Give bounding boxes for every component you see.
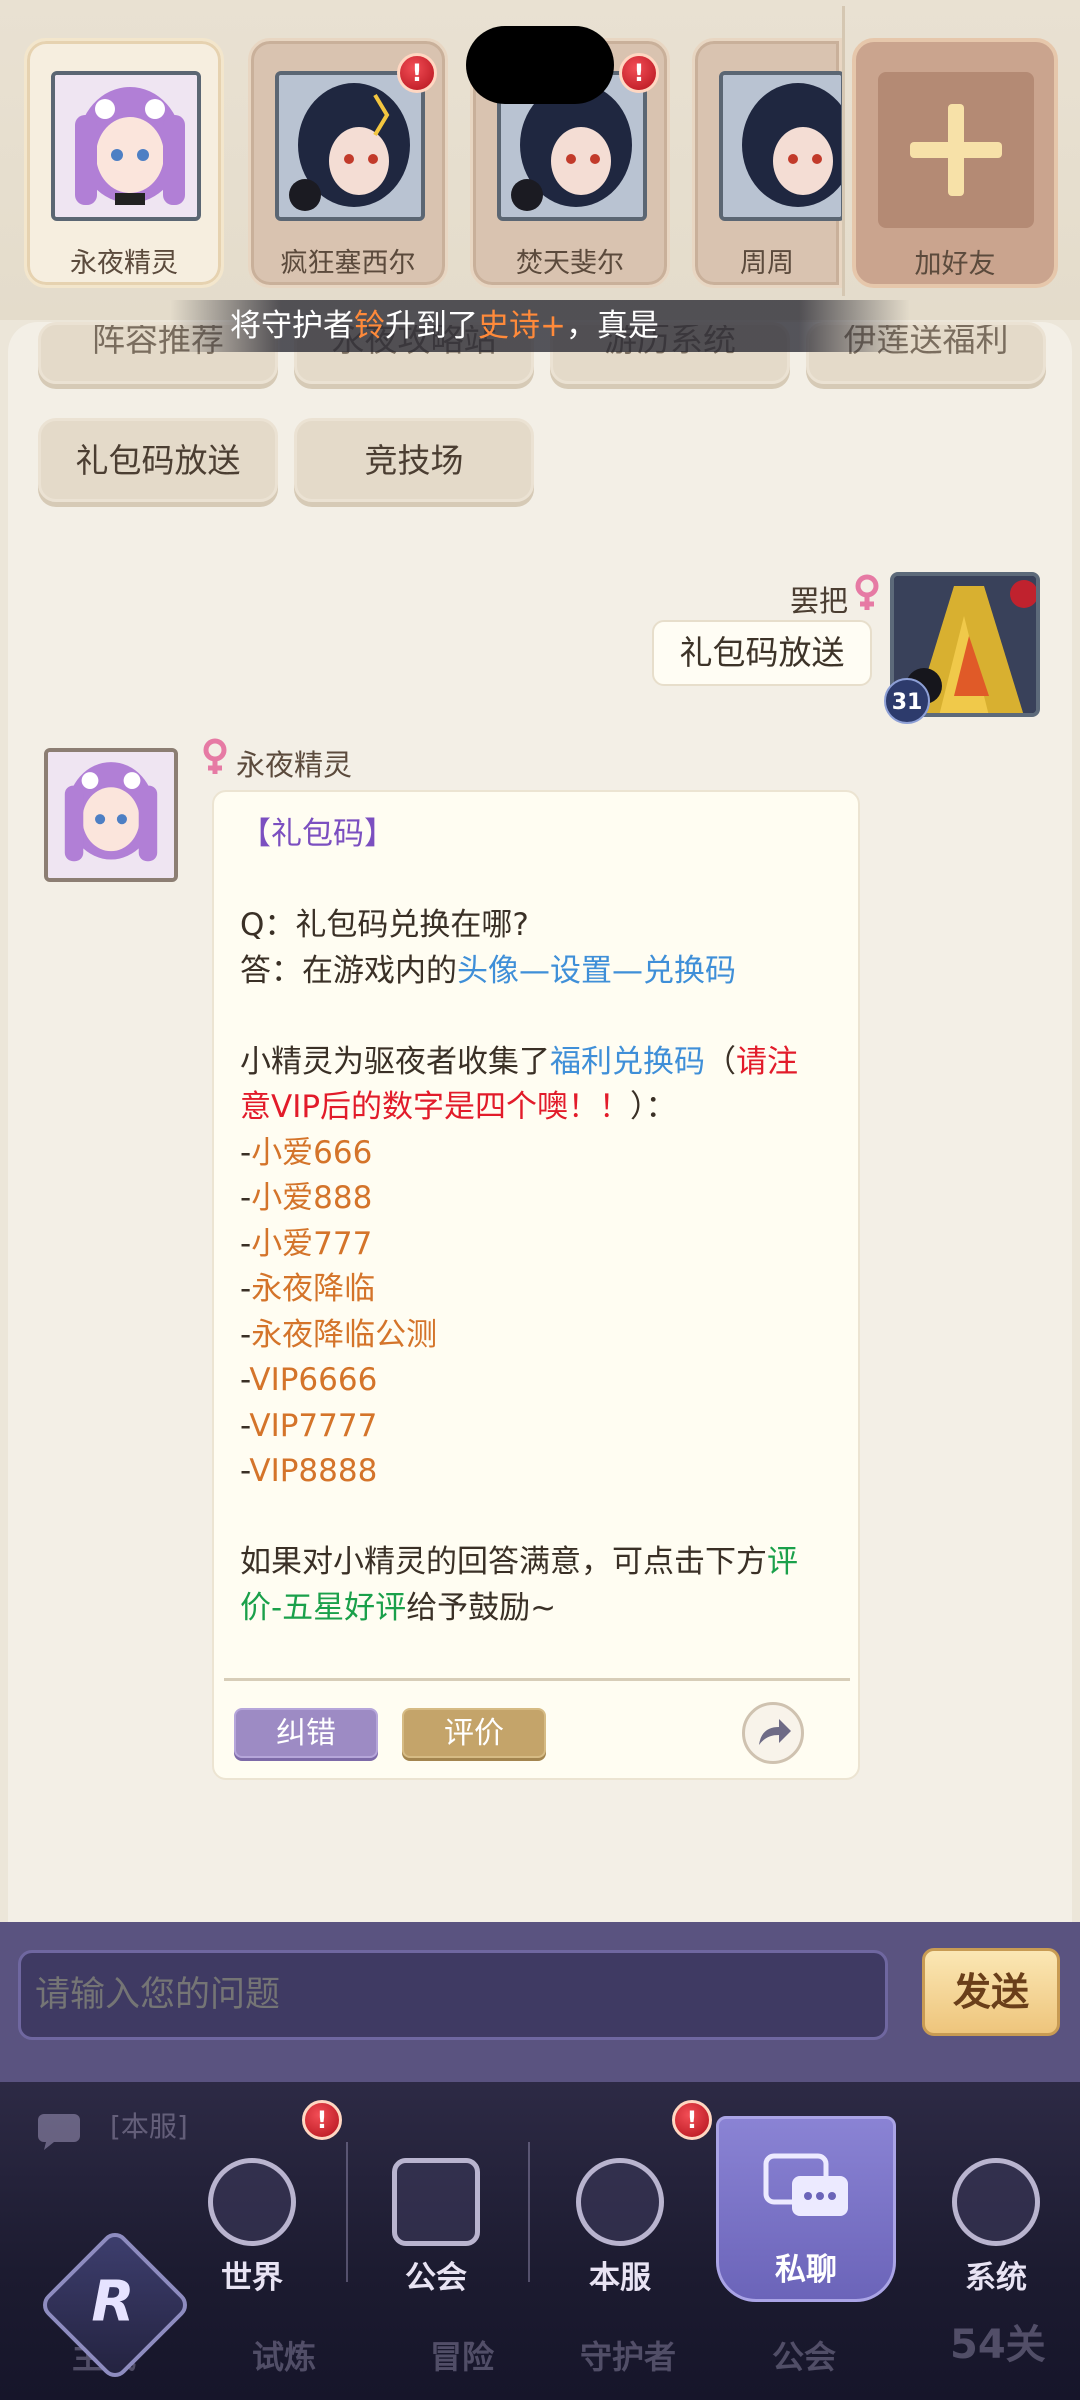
gift-code-item: -VIP7777 xyxy=(240,1407,378,1444)
bot-avatar[interactable] xyxy=(44,748,178,882)
friend-card-yongye-jingling[interactable]: 永夜精灵 xyxy=(24,38,224,288)
tab-world[interactable]: 世界 xyxy=(162,2122,342,2322)
tab-private-chat[interactable]: 私聊 xyxy=(716,2116,896,2322)
friend-name: 永夜精灵 xyxy=(70,248,178,279)
bottom-nav: [本服] 世界 ! 公会 本服 ! 私聊 系统 主城 试炼 冒险 守护者 xyxy=(0,2082,1080,2400)
rate-button[interactable]: 评价 xyxy=(402,1708,546,1758)
bell-icon xyxy=(952,2158,1040,2246)
chat-bubble-icon xyxy=(38,2114,80,2150)
message-icon xyxy=(763,2153,848,2216)
send-button[interactable]: 发送 xyxy=(922,1948,1060,2036)
tab-label: 公会 xyxy=(405,2260,467,2296)
friend-card-zhouzhou[interactable]: 周周 xyxy=(692,38,845,288)
correct-button[interactable]: 纠错 xyxy=(234,1708,378,1758)
add-friend-button[interactable]: 加好友 xyxy=(852,38,1058,288)
outro-line: 如果对小精灵的回答满意，可点击下方评 xyxy=(240,1544,798,1580)
bot-message-bubble: 【礼包码】 Q：礼包码兑换在哪? 答：在游戏内的头像—设置—兑换码 小精灵为驱夜… xyxy=(212,790,860,1780)
friend-strip: 永夜精灵 ! 疯狂塞西尔 ! 焚天斐尔 周周 加好友 xyxy=(0,0,1080,320)
quick-button-gift-code[interactable]: 礼包码放送 xyxy=(38,418,278,502)
female-icon xyxy=(855,574,879,610)
camera-notch xyxy=(466,26,614,104)
question-input[interactable] xyxy=(18,1950,888,2040)
friend-avatar xyxy=(275,71,425,221)
gift-code-item: -小爱888 xyxy=(240,1180,373,1216)
faq-answer: 答：在游戏内的头像—设置—兑换码 xyxy=(240,952,736,989)
friend-card-fengkuang-saixier[interactable]: ! 疯狂塞西尔 xyxy=(248,38,448,288)
world-icon xyxy=(208,2158,296,2246)
tab-guild[interactable]: 公会 xyxy=(346,2122,526,2322)
plus-icon xyxy=(878,72,1034,228)
outro-line: 价-五星好评给予鼓励~ xyxy=(240,1589,557,1626)
gift-code-item: -永夜降临公测 xyxy=(240,1316,438,1353)
friend-avatar xyxy=(719,71,845,221)
input-bar: 发送 xyxy=(0,1922,1080,2082)
compass-icon xyxy=(576,2158,664,2246)
tab-label: 本服 xyxy=(589,2260,651,2296)
strip-divider xyxy=(842,6,845,296)
alert-badge: ! xyxy=(397,53,437,93)
faq-question: Q：礼包码兑换在哪? xyxy=(240,907,529,943)
tab-label: 世界 xyxy=(221,2260,283,2296)
bot-name: 永夜精灵 xyxy=(236,748,353,782)
guild-shield-icon xyxy=(392,2158,480,2246)
user-name: 罢把 xyxy=(790,584,849,618)
tab-label: 系统 xyxy=(965,2260,1027,2296)
gift-code-item: -永夜降临 xyxy=(240,1271,376,1307)
share-arrow-icon xyxy=(759,1719,791,1745)
tab-server[interactable]: 本服 xyxy=(530,2122,710,2322)
alert-badge: ! xyxy=(619,53,659,93)
bubble-divider xyxy=(224,1678,850,1681)
broadcast-ticker: 将守护者铃升到了史诗+，真是 xyxy=(170,300,910,352)
tab-system[interactable]: 系统 xyxy=(906,2122,1080,2322)
user-message-bubble: 礼包码放送 xyxy=(652,620,872,686)
gift-code-item: -VIP8888 xyxy=(240,1453,378,1489)
gift-code-item: -VIP6666 xyxy=(240,1362,378,1398)
message-title: 【礼包码】 xyxy=(240,816,395,852)
share-button[interactable] xyxy=(742,1702,804,1764)
friend-name: 疯狂塞西尔 xyxy=(280,248,416,279)
friend-name: 周周 xyxy=(740,248,794,279)
collect-warning: 意VIP后的数字是四个噢！！）： xyxy=(240,1089,677,1125)
bot-message-text: 【礼包码】 Q：礼包码兑换在哪? 答：在游戏内的头像—设置—兑换码 小精灵为驱夜… xyxy=(240,812,840,1631)
gift-code-item: -小爱777 xyxy=(240,1225,373,1262)
alert-badge: ! xyxy=(672,2100,712,2140)
gift-code-item: -小爱666 xyxy=(240,1134,373,1171)
quick-button-arena[interactable]: 竞技场 xyxy=(294,418,534,502)
level-badge: 31 xyxy=(884,678,930,724)
female-icon xyxy=(203,738,227,774)
friend-avatar xyxy=(51,71,201,221)
add-friend-label: 加好友 xyxy=(914,249,996,280)
alert-badge: ! xyxy=(302,2100,342,2140)
tab-label: 私聊 xyxy=(775,2252,837,2288)
collect-intro: 小精灵为驱夜者收集了福利兑换码（请注 xyxy=(240,1043,798,1080)
friend-name: 焚天斐尔 xyxy=(516,248,624,279)
